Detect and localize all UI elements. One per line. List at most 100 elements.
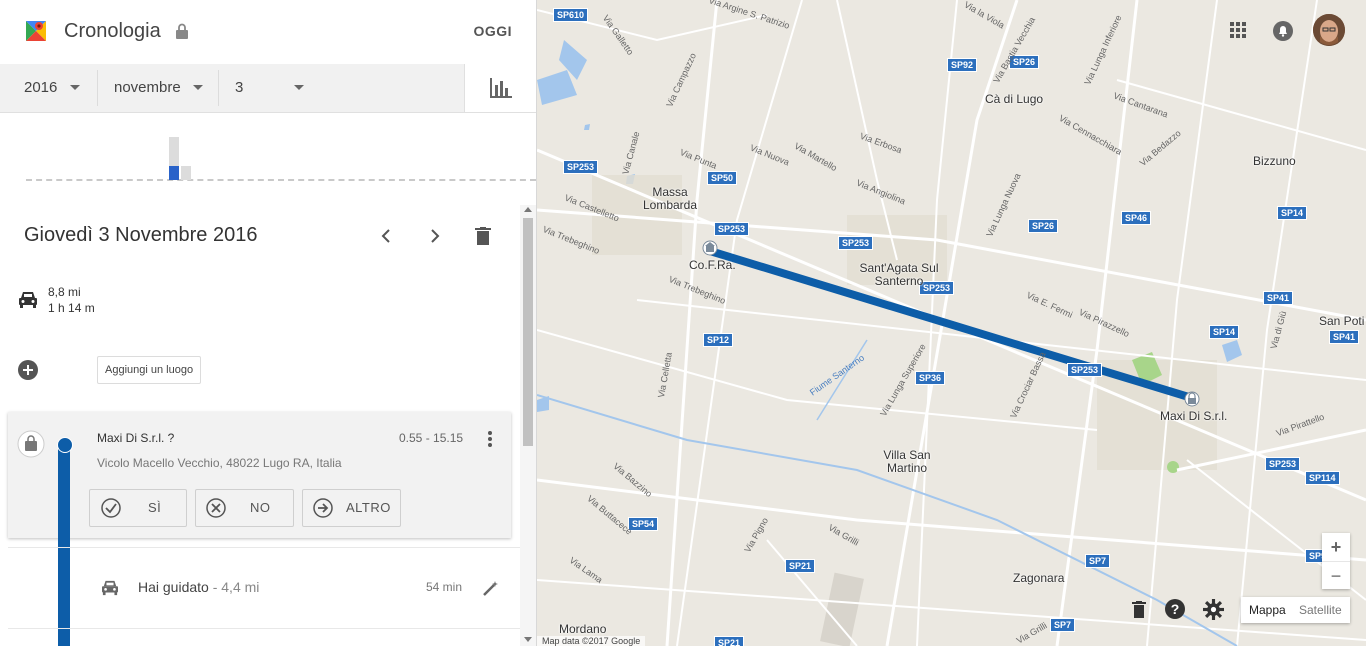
place-label[interactable]: Mordano <box>559 623 606 636</box>
more-vert-icon[interactable] <box>487 431 493 447</box>
road-shield: SP46 <box>1121 211 1152 225</box>
other-button[interactable]: ALTRO <box>302 489 401 527</box>
road-shield: SP253 <box>714 222 750 236</box>
road-shield: SP253 <box>838 236 874 250</box>
histogram-bar[interactable] <box>169 137 179 166</box>
trash-icon[interactable] <box>475 227 491 245</box>
zoom-out-button[interactable]: − <box>1322 561 1350 589</box>
place-label[interactable]: Sant'Agata Sul Santerno <box>859 262 939 288</box>
map-type-map[interactable]: Mappa <box>1249 597 1286 623</box>
stats-button[interactable] <box>464 64 536 112</box>
place-name[interactable]: Maxi Di S.r.l. ? <box>97 431 174 445</box>
avatar-image <box>1313 14 1345 46</box>
road-shield: SP12 <box>703 333 734 347</box>
histogram-bar[interactable] <box>181 166 191 180</box>
timeline-line <box>58 444 70 646</box>
road-shield: SP610 <box>553 8 589 22</box>
gear-icon[interactable] <box>1203 599 1224 620</box>
place-marker <box>702 240 718 256</box>
trash-icon[interactable] <box>1132 601 1146 618</box>
road-shield: SP253 <box>1067 363 1103 377</box>
yes-button[interactable]: SÌ <box>89 489 187 527</box>
day-histogram <box>0 113 536 200</box>
x-circle-icon <box>206 498 226 518</box>
chevron-down-icon <box>294 85 304 90</box>
chevron-down-icon <box>193 85 203 90</box>
scrollbar-thumb[interactable] <box>523 218 533 446</box>
apps-grid-icon[interactable] <box>1230 22 1246 38</box>
lock-icon <box>176 23 188 39</box>
day-duration: 1 h 14 m <box>48 301 95 315</box>
car-icon <box>102 580 118 596</box>
road-shield: SP50 <box>707 171 738 185</box>
chevron-left-icon[interactable] <box>379 229 393 243</box>
help-icon[interactable]: ? <box>1165 599 1185 619</box>
map-attribution: Map data ©2017 Google <box>537 636 646 646</box>
other-label: ALTRO <box>346 500 391 515</box>
road-shield: SP41 <box>1329 330 1360 344</box>
avatar[interactable] <box>1313 14 1345 46</box>
scroll-up-icon[interactable] <box>524 207 532 212</box>
scroll-down-icon[interactable] <box>524 637 532 642</box>
road-shield: SP21 <box>785 559 816 573</box>
arrow-circle-icon <box>313 498 333 518</box>
shopping-bag-icon <box>17 430 45 458</box>
road-shield: SP253 <box>563 160 599 174</box>
place-time[interactable]: 0.55 - 15.15 <box>399 431 463 445</box>
header: Cronologia OGGI <box>0 0 536 64</box>
magic-wand-icon[interactable] <box>483 580 499 596</box>
bar-chart-icon <box>490 78 512 98</box>
date-selector: 2016 novembre 3 <box>0 64 536 113</box>
place-label[interactable]: Co.F.Ra. <box>689 259 736 272</box>
place-address: Vicolo Macello Vecchio, 48022 Lugo RA, I… <box>97 456 342 470</box>
add-place-button[interactable]: Aggiungi un luogo <box>97 356 202 384</box>
plus-circle-icon[interactable] <box>18 360 38 380</box>
divider <box>218 70 219 106</box>
road-shield: SP14 <box>1209 325 1240 339</box>
place-label[interactable]: Bizzuno <box>1253 155 1296 168</box>
histogram-bar-selected[interactable] <box>169 166 179 180</box>
road-shield: SP7 <box>1085 554 1111 568</box>
divider <box>97 70 98 106</box>
year-value: 2016 <box>24 79 58 96</box>
drive-segment[interactable]: Hai guidato - 4,4 mi <box>138 579 259 595</box>
road-shield: SP253 <box>1265 457 1301 471</box>
divider <box>8 547 520 548</box>
zoom-in-button[interactable]: + <box>1322 533 1350 561</box>
place-label[interactable]: Massa Lombarda <box>640 186 700 212</box>
place-label[interactable]: Cà di Lugo <box>985 93 1043 106</box>
map-view[interactable]: SP610 SP92 SP26 SP253 SP50 SP253 SP253 S… <box>537 0 1366 646</box>
place-label[interactable]: Maxi Di S.r.l. <box>1160 410 1227 423</box>
day-summary: 8,8 mi 1 h 14 m <box>48 284 95 316</box>
notifications-icon[interactable] <box>1273 21 1293 41</box>
car-icon <box>19 292 37 308</box>
road-shield: SP14 <box>1277 206 1308 220</box>
month-select[interactable]: novembre <box>114 64 218 112</box>
no-button[interactable]: NO <box>195 489 294 527</box>
year-select[interactable]: 2016 <box>24 64 96 112</box>
place-label[interactable]: Villa San Martino <box>879 449 935 475</box>
map-type-control: Mappa Satellite <box>1241 597 1350 623</box>
yes-label: SÌ <box>148 500 162 515</box>
timeline-dot <box>57 437 73 453</box>
map-canvas[interactable] <box>537 0 1366 646</box>
place-label[interactable]: San Poti <box>1319 315 1364 328</box>
road-shield: SP7 <box>1050 618 1076 632</box>
google-maps-logo[interactable] <box>24 19 48 43</box>
day-value: 3 <box>235 79 244 96</box>
drive-time: 54 min <box>426 580 463 594</box>
place-label[interactable]: Zagonara <box>1013 572 1064 585</box>
map-type-satellite[interactable]: Satellite <box>1299 597 1342 623</box>
road-shield: SP26 <box>1028 219 1059 233</box>
divider <box>8 628 520 629</box>
no-label: NO <box>250 500 271 515</box>
road-shield: SP92 <box>947 58 978 72</box>
app-title: Cronologia <box>64 20 161 42</box>
road-shield: SP41 <box>1263 291 1294 305</box>
road-shield: SP36 <box>915 371 946 385</box>
today-button[interactable]: OGGI <box>473 23 512 39</box>
chevron-right-icon[interactable] <box>428 229 442 243</box>
drive-distance: - 4,4 mi <box>208 579 260 595</box>
day-select[interactable]: 3 <box>235 64 315 112</box>
day-distance: 8,8 mi <box>48 285 81 299</box>
